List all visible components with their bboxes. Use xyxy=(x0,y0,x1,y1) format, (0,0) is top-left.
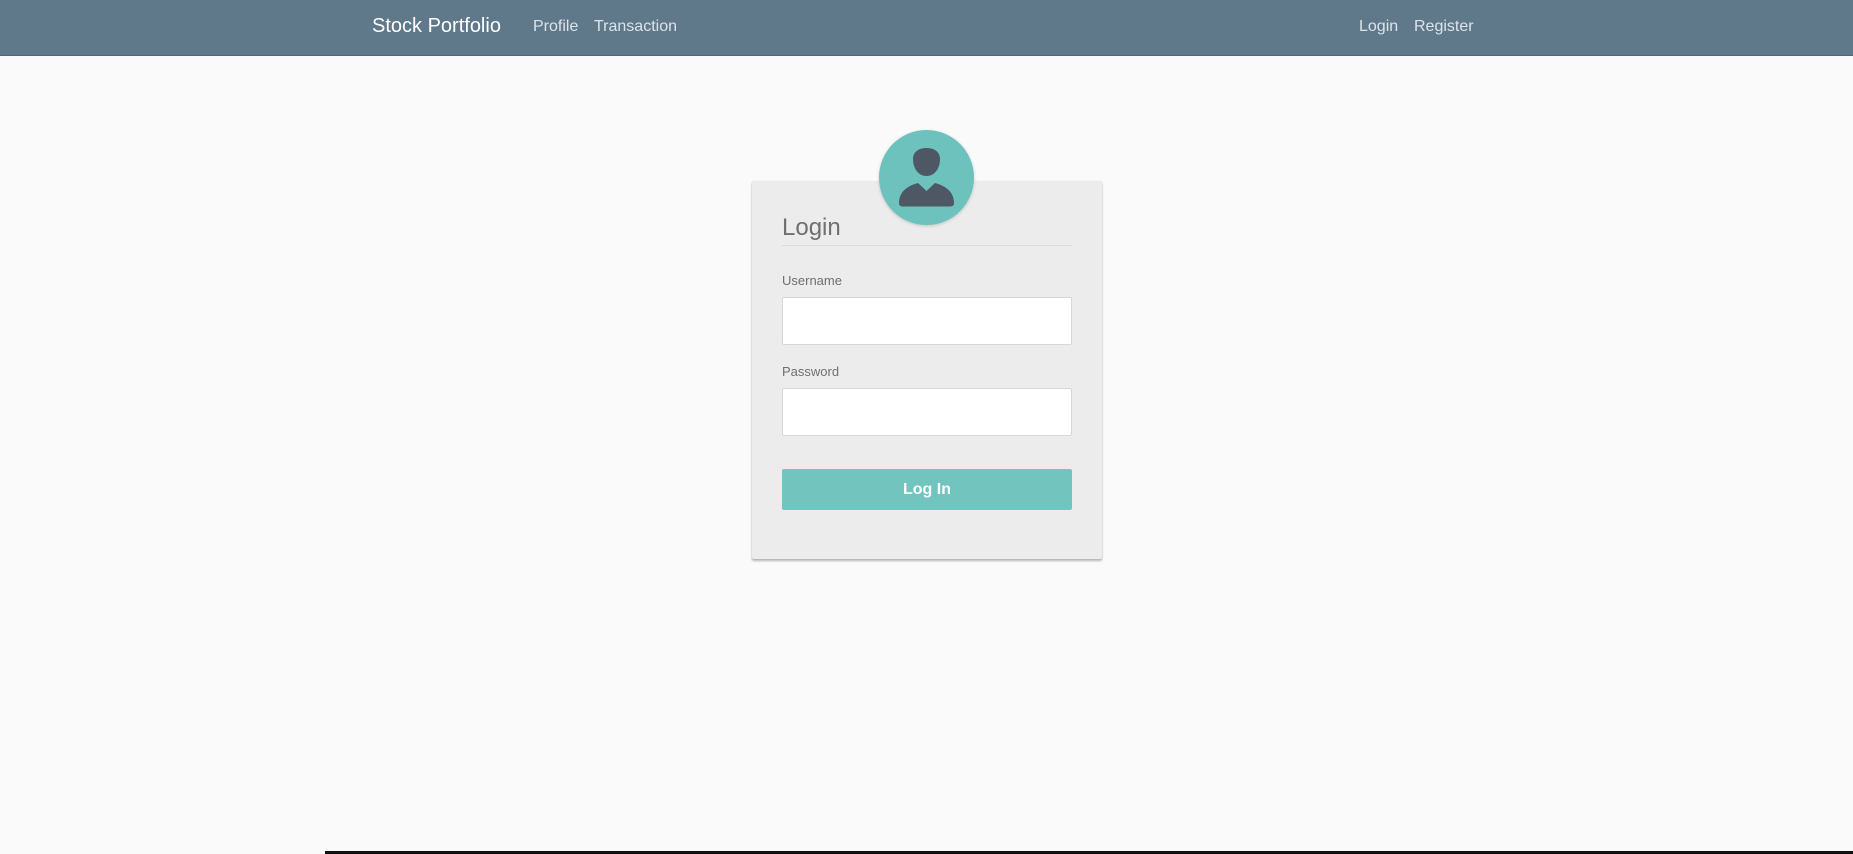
nav-link-profile[interactable]: Profile xyxy=(533,18,578,36)
username-label: Username xyxy=(782,273,842,288)
password-label: Password xyxy=(782,364,840,379)
login-title: Login xyxy=(782,214,841,241)
top-navbar: Stock Portfolio Profile Transaction Logi… xyxy=(0,0,1853,56)
brand-link[interactable]: Stock Portfolio xyxy=(372,15,501,38)
login-button[interactable]: Log In xyxy=(782,469,1072,510)
user-avatar-icon xyxy=(879,130,974,225)
nav-link-transaction[interactable]: Transaction xyxy=(594,18,677,36)
login-card: Login Username Password Log In xyxy=(752,181,1102,559)
nav-link-login[interactable]: Login xyxy=(1359,18,1398,36)
password-input[interactable] xyxy=(782,388,1072,436)
title-divider xyxy=(782,245,1072,246)
username-input[interactable] xyxy=(782,297,1072,345)
nav-link-register[interactable]: Register xyxy=(1414,18,1474,36)
